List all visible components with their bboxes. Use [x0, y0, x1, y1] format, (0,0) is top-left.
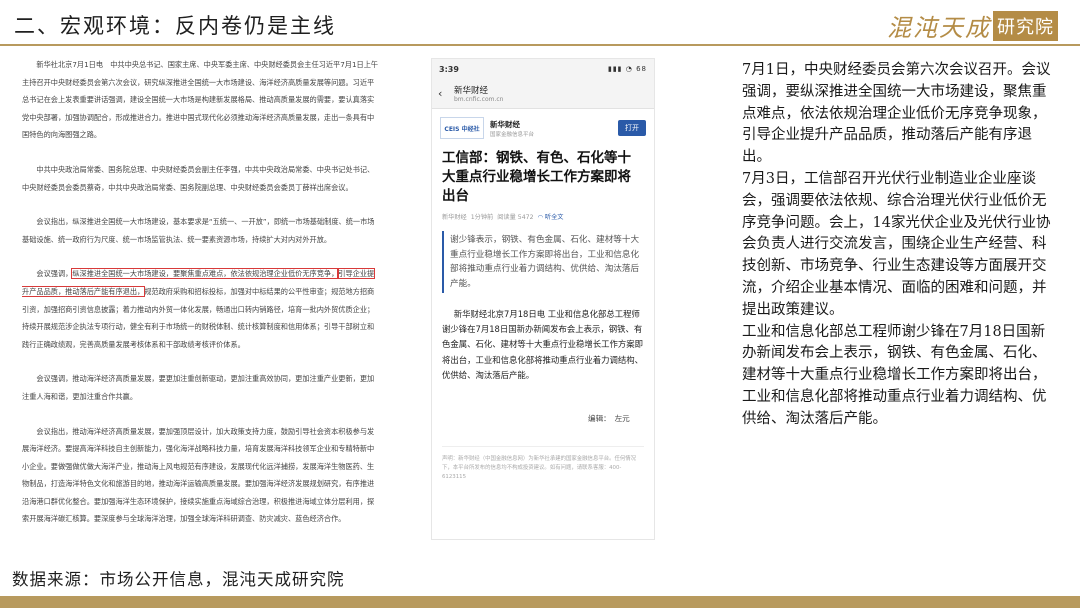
- meta-time: 1分钟前: [470, 214, 494, 221]
- title-divider: [0, 44, 1080, 46]
- company-logo: 混沌天成 研究院: [887, 8, 1058, 43]
- status-icons: ▮▮▮ ◔ 68: [607, 65, 647, 73]
- commentary-paragraph: 7月3日，工信部召开光伏行业制造业企业座谈会，强调要依法依规、综合治理光伏行业低…: [742, 170, 1051, 318]
- highlight-box: 纵深推进全国统一大市场建设，要聚焦重点难点，依法依规治理企业低价无序竞争，: [71, 268, 340, 280]
- meta-reads: 阅读量 5472: [497, 214, 534, 221]
- account-name: 新华财经: [490, 119, 520, 129]
- logo-text: 混沌天成: [887, 14, 991, 42]
- commentary-paragraph: 工业和信息化部总工程师谢少锋在7月18日国新办新闻发布会上表示，钢铁、有色金属、…: [742, 323, 1047, 427]
- commentary: 7月1日，中央财经委员会第六次会议召开。会议强调，要纵深推进全国统一大市场建设，…: [742, 60, 1058, 431]
- listen-button[interactable]: ◠ 听全文: [538, 212, 564, 221]
- disclaimer: 声明：新华财经（中国金融信息网）为新华社承建的国家金融信息平台。任何情况下，本平…: [442, 446, 644, 482]
- article-paragraph: 会议指出，推动海洋经济高质量发展，要加强顶层设计，加大政策支持力度，鼓励引导社会…: [22, 426, 375, 524]
- news-article-excerpt: 新华社北京7月1日电 中共中央总书记、国家主席、中央军委主席、中央财经委员会主任…: [22, 56, 380, 538]
- meta-source: 新华财经: [442, 214, 467, 221]
- article-editor: 编辑： 左元: [588, 414, 630, 424]
- article-paragraph-highlighted: 会议强调，纵深推进全国统一大市场建设，要聚焦重点难点，依法依规治理企业低价无序竞…: [22, 265, 380, 353]
- open-app-button[interactable]: 打开: [618, 120, 646, 136]
- article-summary: 谢少锋表示，钢铁、有色金属、石化、建材等十大重点行业稳增长工作方案即将出台，工业…: [442, 231, 644, 293]
- article-paragraph: 新华社北京7月1日电 中共中央总书记、国家主席、中央军委主席、中央财经委员会主任…: [22, 60, 379, 140]
- listen-label: 听全文: [544, 214, 564, 221]
- nav-titles: 新华财经 bm.cnfic.com.cn: [454, 84, 503, 103]
- footer-bar: [0, 596, 1080, 608]
- account-subtitle: 国家金融信息平台: [490, 131, 535, 138]
- article-body: 新华财经北京7月18日电 工业和信息化部总工程师谢少锋在7月18日国新办新闻发布…: [442, 309, 643, 380]
- commentary-paragraph: 7月1日，中央财经委员会第六次会议召开。会议强调，要纵深推进全国统一大市场建设，…: [742, 62, 1051, 166]
- article-paragraph: 会议指出，纵深推进全国统一大市场建设，基本要求是“五统一、一开放”，即统一市场基…: [22, 217, 375, 244]
- article-paragraph: 会议强调，推动海洋经济高质量发展，要更加注重创新驱动，更加注重高效协同，更加注重…: [22, 374, 375, 401]
- article-meta: 新华财经 1分钟前 阅读量 5472 ◠ 听全文: [432, 206, 654, 225]
- nav-url: bm.cnfic.com.cn: [454, 96, 504, 103]
- account-info: 新华财经 国家金融信息平台: [490, 119, 534, 138]
- article-headline: 工信部：钢铁、有色、石化等十大重点行业稳增长工作方案即将出台: [442, 150, 631, 204]
- paragraph-lead: 会议强调，: [36, 269, 73, 279]
- data-source-note: 数据来源：市场公开信息，混沌天成研究院: [12, 570, 345, 589]
- article-paragraph: 中共中央政治局常委、国务院总理、中央财经委员会副主任李强，中共中央政治局常委、中…: [22, 164, 375, 192]
- status-time: 3:39: [439, 64, 459, 74]
- account-row: CEIS 中经社 新华财经 国家金融信息平台 打开: [432, 109, 654, 145]
- phone-screenshot: 3:39 ▮▮▮ ◔ 68 ‹ 新华财经 bm.cnfic.com.cn CEI…: [431, 58, 655, 540]
- paragraph-rest: 规范政府采购和招标投标，加强对中标结果的公平性审查；规范地方招商引资，加强招商引…: [22, 286, 375, 349]
- logo-badge: 研究院: [993, 10, 1058, 41]
- nav-bar: ‹ 新华财经 bm.cnfic.com.cn: [432, 79, 654, 109]
- nav-title: 新华财经: [454, 86, 489, 96]
- account-logo: CEIS 中经社: [440, 117, 484, 139]
- page-title: 二、宏观环境：反内卷仍是主线: [14, 14, 336, 38]
- status-bar: 3:39 ▮▮▮ ◔ 68: [432, 59, 654, 79]
- back-arrow-icon[interactable]: ‹: [438, 87, 454, 100]
